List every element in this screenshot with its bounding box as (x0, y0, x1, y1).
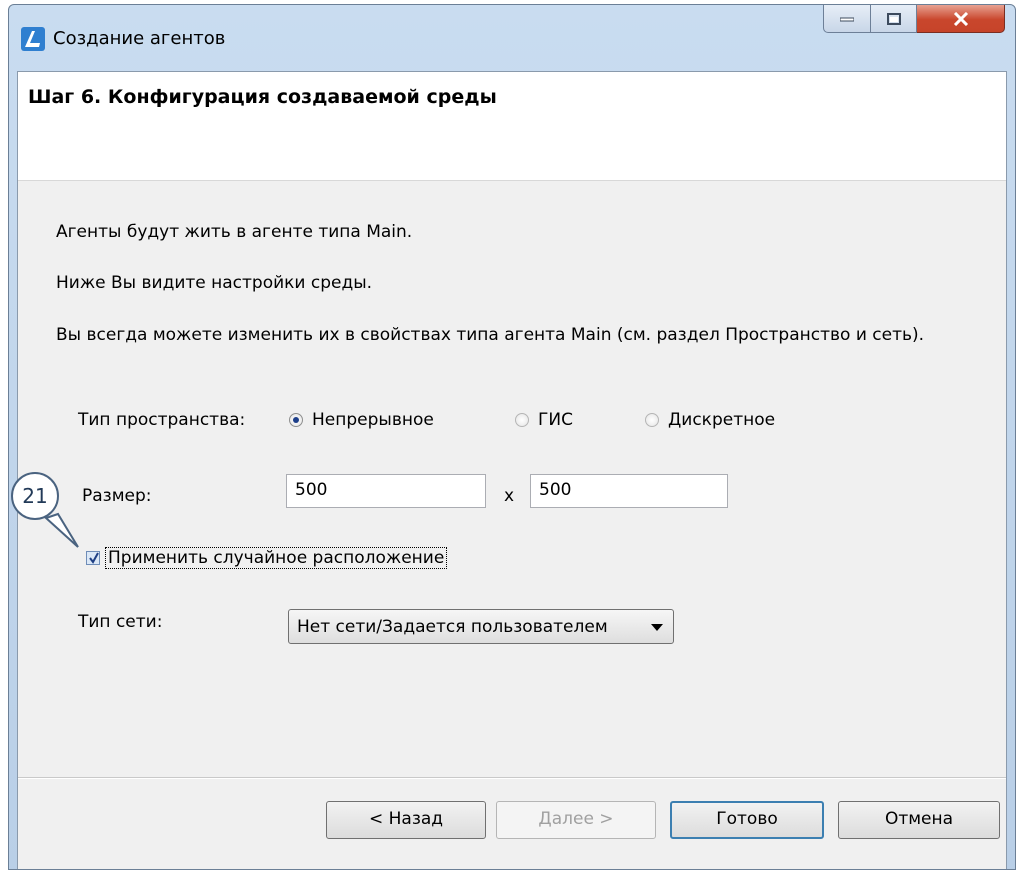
close-button[interactable] (917, 5, 1005, 33)
back-button[interactable]: < Назад (326, 801, 486, 839)
wizard-header: Шаг 6. Конфигурация создаваемой среды (18, 72, 1006, 181)
window-title: Создание агентов (53, 28, 226, 49)
random-layout-checkbox[interactable]: Применить случайное расположение (86, 547, 448, 569)
cancel-button-label: Отмена (884, 809, 954, 829)
back-button-label: < Назад (368, 809, 444, 829)
radio-continuous-label: Непрерывное (312, 410, 434, 430)
finish-button-label: Готово (716, 809, 778, 829)
radio-gis[interactable]: ГИС (515, 410, 573, 430)
cancel-button[interactable]: Отмена (838, 801, 1000, 839)
checkbox-box (86, 551, 100, 565)
radio-discrete[interactable]: Дискретное (645, 410, 775, 430)
info-line-3: Вы всегда можете изменить их в свойствах… (56, 325, 925, 345)
radio-dot (645, 413, 659, 427)
info-line-2: Ниже Вы видите настройки среды. (56, 273, 373, 293)
random-layout-label: Применить случайное расположение (105, 547, 448, 569)
network-type-value: Нет сети/Задается пользователем (297, 617, 608, 637)
size-width-input[interactable]: 500 (286, 474, 486, 508)
radio-continuous[interactable]: Непрерывное (289, 410, 434, 430)
size-separator: x (504, 486, 515, 506)
size-height-input[interactable]: 500 (530, 474, 728, 508)
callout-badge: 21 (11, 472, 59, 520)
space-type-label: Тип пространства: (78, 410, 246, 430)
size-label: Размер: (82, 486, 152, 506)
chevron-down-icon (651, 624, 663, 631)
radio-discrete-label: Дискретное (668, 410, 776, 430)
window-controls (823, 5, 1005, 33)
minimize-button[interactable] (823, 5, 871, 33)
wizard-window: Создание агентов Шаг 6. Конфигурация соз… (8, 4, 1016, 870)
next-button[interactable]: Далее > (496, 801, 656, 839)
radio-dot (515, 413, 529, 427)
network-type-label: Тип сети: (78, 612, 163, 632)
close-icon (953, 11, 968, 26)
footer-divider (18, 777, 1006, 779)
radio-gis-label: ГИС (538, 410, 573, 430)
finish-button[interactable]: Готово (670, 801, 824, 839)
dialog-client-area: Шаг 6. Конфигурация создаваемой среды Аг… (17, 71, 1007, 869)
network-type-dropdown[interactable]: Нет сети/Задается пользователем (288, 609, 674, 644)
radio-dot-checked (289, 413, 303, 427)
next-button-label: Далее > (538, 809, 614, 829)
checkmark-icon (89, 552, 99, 564)
title-bar: Создание агентов (9, 5, 1015, 73)
info-line-1: Агенты будут жить в агенте типа Main. (56, 222, 413, 242)
maximize-button[interactable] (871, 5, 917, 33)
step-title: Шаг 6. Конфигурация создаваемой среды (28, 86, 497, 108)
anylogic-app-icon (21, 27, 45, 51)
